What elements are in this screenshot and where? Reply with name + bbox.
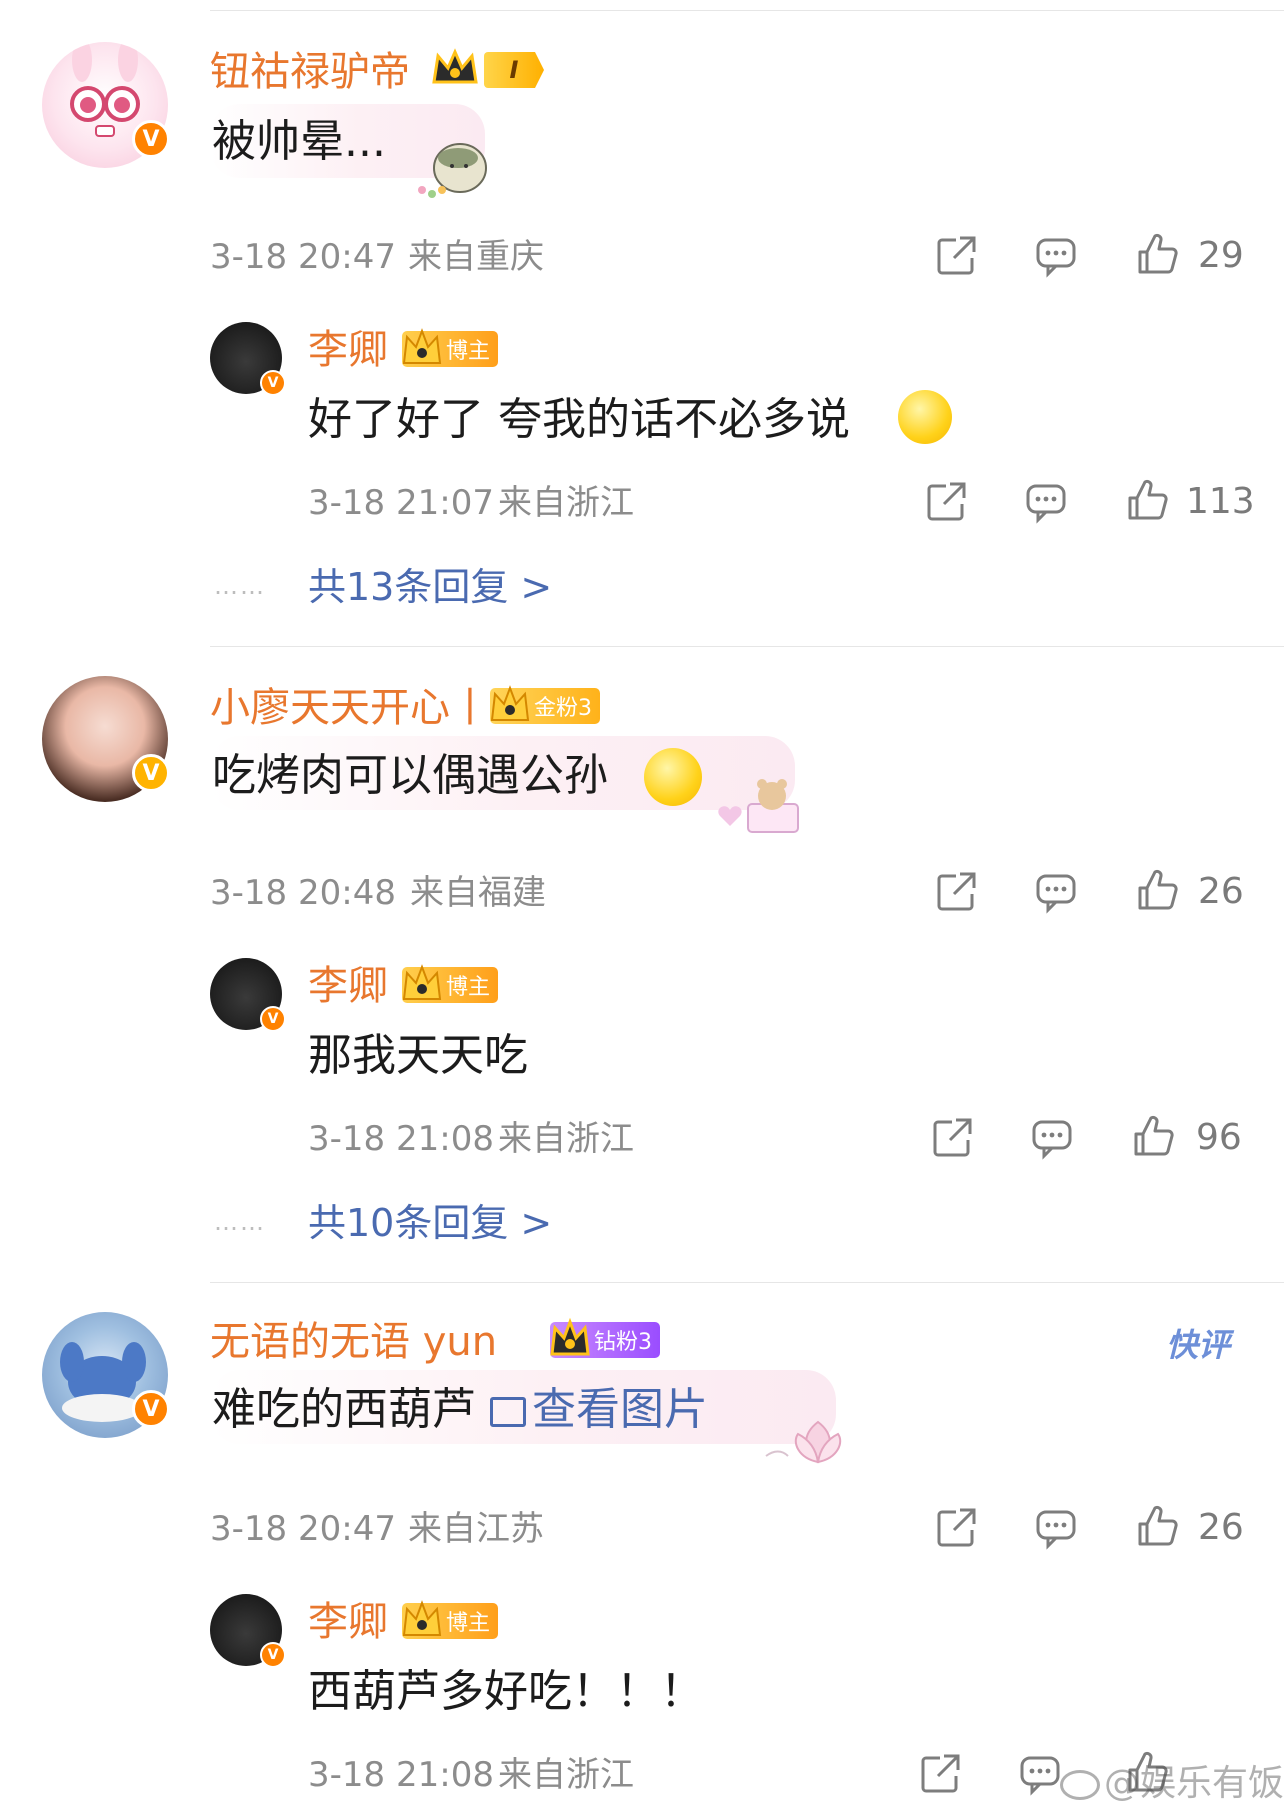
watermark: @娱乐有饭 xyxy=(1060,1754,1284,1806)
comment-text: 难吃的西葫芦 查看图片 xyxy=(212,1388,708,1432)
share-icon[interactable] xyxy=(934,234,978,278)
like-count: 96 xyxy=(1196,1117,1242,1158)
reply-location: 来自浙江 xyxy=(498,1119,634,1159)
lotus-sticker-icon xyxy=(765,1420,842,1464)
reply-avatar[interactable]: V xyxy=(210,1594,286,1668)
share-icon[interactable] xyxy=(924,480,968,524)
comment-location: 来自福建 xyxy=(410,873,546,913)
verified-icon: V xyxy=(132,754,170,792)
weibo-logo-icon xyxy=(1060,1770,1100,1800)
crown-icon xyxy=(550,1317,590,1356)
top-divider xyxy=(210,10,1284,11)
comment-time: 3-18 20:47 xyxy=(210,1509,396,1549)
blogger-badge: 博主 xyxy=(402,328,499,367)
reply-time: 3-18 21:08 xyxy=(308,1119,494,1159)
comment-divider xyxy=(210,1282,1284,1283)
more-replies-link[interactable]: 共13条回复 > xyxy=(308,568,552,606)
quick-comment-tag: 快评 xyxy=(1166,1326,1231,1364)
fan-badge: 钻粉3 xyxy=(550,1317,660,1358)
comment-text-body: 难吃的西葫芦 xyxy=(212,1384,476,1435)
hamster-sticker-icon xyxy=(418,143,487,198)
fan-badge: 金粉3 xyxy=(490,685,600,724)
reply-text: 好了好了 夸我的话不必多说 xyxy=(308,394,850,445)
share-icon[interactable] xyxy=(934,870,978,914)
comment-icon[interactable] xyxy=(1018,1752,1062,1796)
comment-icon[interactable] xyxy=(1034,870,1078,914)
comment-time: 3-18 20:47 xyxy=(210,237,396,277)
like-count: 29 xyxy=(1198,235,1244,276)
crying-emoji-icon xyxy=(644,748,702,806)
crown-icon xyxy=(402,328,442,364)
avatar[interactable]: V xyxy=(42,676,170,802)
like-icon[interactable] xyxy=(1136,1504,1180,1548)
like-count: 26 xyxy=(1198,871,1244,912)
like-icon[interactable] xyxy=(1126,478,1170,522)
like-icon[interactable] xyxy=(1136,232,1180,276)
comment-text: 吃烤肉可以偶遇公孙 xyxy=(212,750,608,801)
share-icon[interactable] xyxy=(934,1506,978,1550)
like-count: 26 xyxy=(1198,1507,1244,1548)
reply-text: 西葫芦多好吃！！！ xyxy=(308,1666,704,1717)
comment-divider xyxy=(210,646,1284,647)
reply-time: 3-18 21:07 xyxy=(308,483,494,523)
comment-location: 来自重庆 xyxy=(408,237,544,277)
view-image-link[interactable]: 查看图片 xyxy=(490,1384,708,1435)
more-dots: …… xyxy=(214,1208,266,1236)
avatar[interactable]: V xyxy=(42,1312,170,1438)
comment-location: 来自江苏 xyxy=(408,1509,544,1549)
verified-icon: V xyxy=(260,1642,286,1668)
reply-text: 那我天天吃 xyxy=(308,1030,528,1081)
blogger-badge: 博主 xyxy=(402,964,499,1003)
comment-text: 被帅晕... xyxy=(212,116,386,167)
level-badge: I xyxy=(484,52,544,88)
comment-icon[interactable] xyxy=(1024,480,1068,524)
reply-username[interactable]: 李卿 xyxy=(308,966,388,1006)
crown-icon xyxy=(490,685,530,721)
verified-icon: V xyxy=(132,120,170,158)
bear-sticker-icon xyxy=(718,779,799,833)
more-dots: …… xyxy=(214,572,266,600)
reply-username[interactable]: 李卿 xyxy=(308,330,388,370)
reply-time: 3-18 21:08 xyxy=(308,1755,494,1795)
thinking-emoji-icon xyxy=(898,390,952,444)
comment-username[interactable]: 钮祜禄驴帝 xyxy=(210,52,410,92)
reply-avatar[interactable]: V xyxy=(210,322,286,396)
share-icon[interactable] xyxy=(930,1116,974,1160)
avatar[interactable]: V xyxy=(42,42,170,168)
crown-icon xyxy=(430,46,480,90)
reply-location: 来自浙江 xyxy=(498,1755,634,1795)
verified-icon: V xyxy=(260,1006,286,1032)
like-count: 113 xyxy=(1186,481,1255,522)
reply-username[interactable]: 李卿 xyxy=(308,1602,388,1642)
verified-icon: V xyxy=(132,1390,170,1428)
comment-icon[interactable] xyxy=(1034,1506,1078,1550)
comment-icon[interactable] xyxy=(1030,1116,1074,1160)
blogger-badge: 博主 xyxy=(402,1600,499,1639)
verified-icon: V xyxy=(260,370,286,396)
comment-username[interactable]: 小廖天天开心丨 xyxy=(210,688,490,728)
crown-icon xyxy=(402,1600,442,1636)
comment-time: 3-18 20:48 xyxy=(210,873,396,913)
more-replies-link[interactable]: 共10条回复 > xyxy=(308,1204,552,1242)
crown-icon xyxy=(402,964,442,1000)
like-icon[interactable] xyxy=(1132,1114,1176,1158)
comment-username[interactable]: 无语的无语 yun xyxy=(210,1322,497,1362)
reply-avatar[interactable]: V xyxy=(210,958,286,1032)
like-icon[interactable] xyxy=(1136,868,1180,912)
picture-icon xyxy=(490,1397,526,1427)
comment-icon[interactable] xyxy=(1034,234,1078,278)
reply-location: 来自浙江 xyxy=(498,483,634,523)
share-icon[interactable] xyxy=(918,1752,962,1796)
